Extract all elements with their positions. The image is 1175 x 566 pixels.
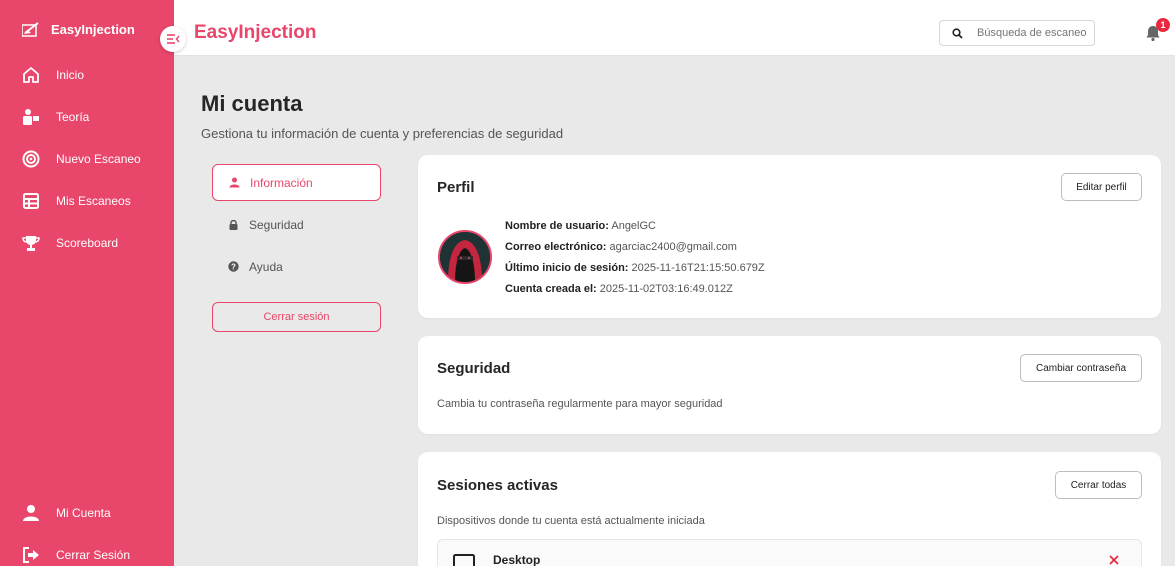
hooded-hacker-avatar-icon [440,232,490,282]
security-title: Seguridad [437,360,511,377]
sidebar-item-inicio[interactable]: Inicio [22,66,84,84]
sessions-card: Sesiones activas Cerrar todas Dispositiv… [418,452,1161,566]
sessions-title: Sesiones activas [437,477,558,494]
sidebar-item-label: Inicio [56,68,85,82]
security-description: Cambia tu contraseña regularmente para m… [437,398,723,410]
field-value: agarciac2400@gmail.com [609,241,737,253]
table-icon [22,192,40,210]
top-header: EasyInjection 1 [174,0,1175,56]
sidebar-item-mi-cuenta[interactable]: Mi Cuenta [22,504,111,522]
search-icon [952,27,963,39]
sidebar-brand-label: EasyInjection [51,22,135,37]
logo-icon [22,22,39,37]
menu-item-label: Información [250,175,313,190]
menu-item-label: Seguridad [249,217,304,232]
avatar [438,230,492,284]
field-value: AngelGC [611,220,656,232]
logout-icon [22,546,40,564]
menu-item-ayuda[interactable]: ? Ayuda [212,248,381,285]
close-icon[interactable] [1108,554,1120,566]
field-label: Último inicio de sesión: [505,262,629,274]
notification-badge: 1 [1156,18,1170,32]
sidebar-brand[interactable]: EasyInjection [0,0,174,66]
search-box[interactable] [939,20,1095,46]
username-line: Nombre de usuario: AngelGC [505,220,656,232]
menu-item-seguridad[interactable]: Seguridad [212,206,381,243]
session-device-name: Desktop [493,553,541,566]
user-icon [229,177,240,188]
page-title: Mi cuenta [201,91,303,116]
security-card: Seguridad Cambiar contraseña Cambia tu c… [418,336,1161,434]
sessions-description: Dispositivos donde tu cuenta está actual… [437,515,705,527]
sidebar-item-nuevo-escaneo[interactable]: Nuevo Escaneo [22,150,141,168]
profile-title: Perfil [437,179,475,196]
sidebar-item-label: Cerrar Sesión [56,548,131,562]
last-login-line: Último inicio de sesión: 2025-11-16T21:1… [505,262,765,274]
sidebar-item-label: Mi Cuenta [56,506,111,520]
sidebar-item-label: Scoreboard [56,236,119,250]
sidebar-item-scoreboard[interactable]: Scoreboard [22,234,118,252]
edit-profile-button[interactable]: Editar perfil [1061,173,1142,201]
logout-button[interactable]: Cerrar sesión [212,302,381,332]
desktop-icon [453,554,475,566]
email-line: Correo electrónico: agarciac2400@gmail.c… [505,241,737,253]
target-icon [22,150,40,168]
search-input[interactable] [977,27,1087,39]
created-line: Cuenta creada el: 2025-11-02T03:16:49.01… [505,283,733,295]
close-all-sessions-button[interactable]: Cerrar todas [1055,471,1142,499]
menu-item-label: Ayuda [249,259,283,274]
sidebar: EasyInjection Inicio Teoría Nuevo Escane… [0,0,174,566]
sidebar-item-label: Mis Escaneos [56,194,131,208]
sidebar-item-label: Nuevo Escaneo [56,152,141,166]
lock-icon [229,219,238,230]
home-icon [22,66,40,84]
profile-card: Perfil Editar perfil Nombre de usuario: … [418,155,1161,318]
page-subtitle: Gestiona tu información de cuenta y pref… [201,126,564,141]
field-value: 2025-11-16T21:15:50.679Z [631,262,765,274]
sidebar-item-cerrar-sesion[interactable]: Cerrar Sesión [22,546,130,564]
user-icon [22,504,40,522]
svg-text:?: ? [231,262,236,271]
sidebar-item-label: Teoría [56,110,90,124]
sidebar-toggle-button[interactable] [160,26,186,52]
sidebar-item-teoria[interactable]: Teoría [22,108,89,126]
field-label: Cuenta creada el: [505,283,597,295]
menu-item-informacion[interactable]: Información [212,164,381,201]
teacher-icon [22,108,40,126]
field-label: Correo electrónico: [505,241,607,253]
field-label: Nombre de usuario: [505,220,609,232]
sidebar-item-mis-escaneos[interactable]: Mis Escaneos [22,192,131,210]
trophy-icon [22,234,40,252]
question-circle-icon: ? [228,261,239,272]
field-value: 2025-11-02T03:16:49.012Z [599,283,733,295]
change-password-button[interactable]: Cambiar contraseña [1020,354,1142,382]
app-title: EasyInjection [194,22,317,43]
collapse-menu-icon [167,34,180,44]
session-item: Desktop [437,539,1142,566]
